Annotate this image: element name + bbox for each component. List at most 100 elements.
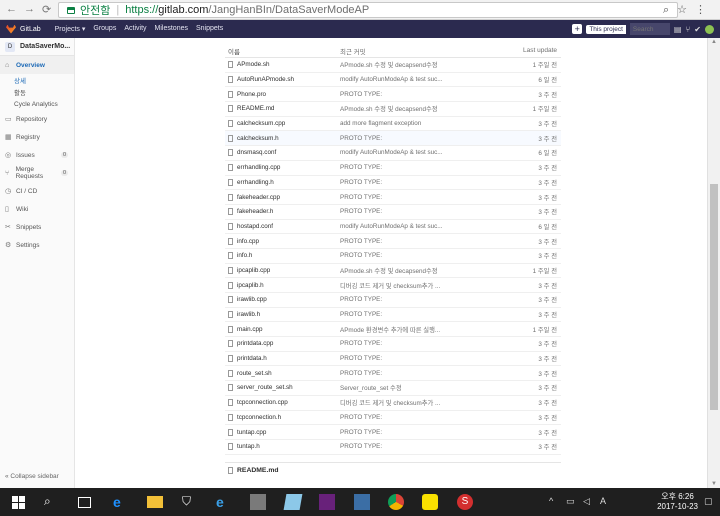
search-icon[interactable]: ⌕ <box>44 494 60 510</box>
commit-message[interactable]: PROTO TYPE: <box>340 208 500 215</box>
file-name[interactable]: main.cpp <box>225 325 340 333</box>
nav-activity[interactable]: Activity <box>124 25 146 33</box>
merge-requests-icon[interactable]: ⑂ <box>685 25 690 34</box>
table-row[interactable]: fakeheader.cpp PROTO TYPE: 3 주 전 <box>225 190 561 205</box>
app-icon[interactable] <box>250 494 266 510</box>
commit-message[interactable]: PROTO TYPE: <box>340 194 500 201</box>
reload-icon[interactable]: ⟳ <box>42 3 51 16</box>
plus-icon[interactable]: + <box>572 24 583 34</box>
table-row[interactable]: irawlib.h PROTO TYPE: 3 주 전 <box>225 308 561 323</box>
file-name[interactable]: fakeheader.cpp <box>225 193 340 201</box>
file-name[interactable]: calchecksum.cpp <box>225 120 340 128</box>
table-row[interactable]: tuntap.cpp PROTO TYPE: 3 주 전 <box>225 425 561 440</box>
commit-message[interactable]: APmode.sh 수정 및 decapsend수정 <box>340 266 500 275</box>
kakaotalk-icon[interactable] <box>422 494 438 510</box>
sidebar-item-repository[interactable]: ▭ Repository <box>0 110 74 128</box>
table-row[interactable]: info.cpp PROTO TYPE: 3 주 전 <box>225 234 561 249</box>
commit-message[interactable]: APmode.sh 수정 및 decapsend수정 <box>340 60 500 69</box>
user-avatar[interactable] <box>705 24 714 34</box>
commit-message[interactable]: PROTO TYPE: <box>340 238 500 245</box>
scroll-down-icon[interactable]: ▼ <box>711 481 717 487</box>
file-name[interactable]: ipcaplib.h <box>225 281 340 289</box>
file-name[interactable]: server_route_set.sh <box>225 384 340 392</box>
file-name[interactable]: printdata.cpp <box>225 340 340 348</box>
commit-message[interactable]: PROTO TYPE: <box>340 340 500 347</box>
file-explorer-icon[interactable] <box>147 496 163 508</box>
table-row[interactable]: errhandling.cpp PROTO TYPE: 3 주 전 <box>225 161 561 176</box>
table-row[interactable]: dnsmasq.conf modify AutoRunModeAp & test … <box>225 146 561 161</box>
notes-app-icon[interactable] <box>283 494 303 510</box>
project-header[interactable]: D DataSaverMo... <box>0 38 74 56</box>
table-row[interactable]: calchecksum.cpp add more flagment excepti… <box>225 117 561 132</box>
file-name[interactable]: errhandling.h <box>225 178 340 186</box>
network-icon[interactable]: ▭ <box>566 496 575 507</box>
table-row[interactable]: route_set.sh PROTO TYPE: 3 주 전 <box>225 366 561 382</box>
chevron-up-icon[interactable]: ^ <box>549 496 553 506</box>
address-bar[interactable]: 안전함 | https://gitlab.com/JangHanBIn/Data… <box>58 2 678 18</box>
nav-milestones[interactable]: Milestones <box>155 25 188 33</box>
sidebar-item-wiki[interactable]: ▯ Wiki <box>0 200 74 218</box>
commit-message[interactable]: modify AutoRunModeAp & test suc... <box>340 76 500 83</box>
task-view-icon[interactable] <box>78 497 91 508</box>
commit-message[interactable]: add more flagment exception <box>340 120 500 127</box>
nav-projects[interactable]: Projects ▾ <box>55 25 86 33</box>
commit-message[interactable]: modify AutoRunModeAp & test suc... <box>340 223 500 230</box>
commit-message[interactable]: PROTO TYPE: <box>340 91 500 98</box>
commit-message[interactable]: APmode.sh 수정 및 decapsend수정 <box>340 104 500 113</box>
file-name[interactable]: tuntap.h <box>225 443 340 451</box>
file-name[interactable]: printdata.h <box>225 355 340 363</box>
sidebar-item-settings[interactable]: ⚙ Settings <box>0 236 74 254</box>
file-name[interactable]: tuntap.cpp <box>225 428 340 436</box>
table-row[interactable]: Phone.pro PROTO TYPE: 3 주 전 <box>225 87 561 103</box>
file-name[interactable]: calchecksum.h <box>225 134 340 142</box>
commit-message[interactable]: 디버깅 코드 제거 및 checksum추가 ... <box>340 281 500 290</box>
page-scrollbar[interactable]: ▲ ▼ <box>707 38 720 488</box>
file-name[interactable]: irawlib.cpp <box>225 296 340 304</box>
table-row[interactable]: irawlib.cpp PROTO TYPE: 3 주 전 <box>225 293 561 308</box>
sidebar-sub-cycle-analytics[interactable]: Cycle Analytics <box>0 98 74 110</box>
table-row[interactable]: calchecksum.h PROTO TYPE: 3 주 전 <box>225 131 561 147</box>
sidebar-item-merge-requests[interactable]: ⑂ Merge Requests 0 <box>0 164 74 182</box>
table-row[interactable]: hostapd.conf modify AutoRunModeAp & test … <box>225 220 561 235</box>
table-row[interactable]: main.cpp APmode 환경변수 추가에 따른 실행... 1 주일 전 <box>225 322 561 338</box>
table-row[interactable]: printdata.h PROTO TYPE: 3 주 전 <box>225 352 561 367</box>
scroll-thumb[interactable] <box>710 184 718 410</box>
file-name[interactable]: ipcaplib.cpp <box>225 266 340 274</box>
commit-message[interactable]: PROTO TYPE: <box>340 429 500 436</box>
file-name[interactable]: Phone.pro <box>225 90 340 98</box>
todo-icon[interactable]: ✔ <box>694 25 701 34</box>
sidebar-item-snippets[interactable]: ✂ Snippets <box>0 218 74 236</box>
issues-icon[interactable]: ▤ <box>674 25 682 34</box>
browser-menu-icons[interactable]: ⌕☆⋮ <box>663 3 714 17</box>
file-name[interactable]: README.md <box>225 105 340 113</box>
table-row[interactable]: README.md APmode.sh 수정 및 decapsend수정 1 주일 … <box>225 102 561 117</box>
commit-message[interactable]: PROTO TYPE: <box>340 179 500 186</box>
file-name[interactable]: tcpconnection.h <box>225 413 340 421</box>
ime-indicator[interactable]: A <box>600 496 606 506</box>
notification-icon[interactable]: ▢ <box>704 496 713 507</box>
file-name[interactable]: dnsmasq.conf <box>225 149 340 157</box>
commit-message[interactable]: APmode 환경변수 추가에 따른 실행... <box>340 325 500 334</box>
commit-message[interactable]: PROTO TYPE: <box>340 296 500 303</box>
table-row[interactable]: ipcaplib.h 디버깅 코드 제거 및 checksum추가 ... 3 주 … <box>225 278 561 293</box>
table-row[interactable]: printdata.cpp PROTO TYPE: 3 주 전 <box>225 337 561 352</box>
brand-name[interactable]: GitLab <box>20 26 41 33</box>
scroll-up-icon[interactable]: ▲ <box>711 39 717 45</box>
nav-groups[interactable]: Groups <box>93 25 116 33</box>
commit-message[interactable]: 디버깅 코드 제거 및 checksum추가 ... <box>340 398 500 407</box>
internet-explorer-icon[interactable]: e <box>216 494 232 510</box>
sidebar-item-issues[interactable]: ◎ Issues 0 <box>0 146 74 164</box>
file-name[interactable]: irawlib.h <box>225 311 340 319</box>
commit-message[interactable]: PROTO TYPE: <box>340 311 500 318</box>
visual-studio-icon[interactable] <box>319 494 335 510</box>
collapse-sidebar[interactable]: « Collapse sidebar <box>5 473 59 480</box>
table-row[interactable]: APmode.sh APmode.sh 수정 및 decapsend수정 1 주일 … <box>225 58 561 73</box>
table-row[interactable]: AutoRunAPmode.sh modify AutoRunModeAp & t… <box>225 73 561 88</box>
file-name[interactable]: APmode.sh <box>225 61 340 69</box>
table-row[interactable]: fakeheader.h PROTO TYPE: 3 주 전 <box>225 205 561 220</box>
commit-message[interactable]: PROTO TYPE: <box>340 370 500 377</box>
store-icon[interactable]: ⛉ <box>182 494 198 510</box>
gitlab-logo-icon[interactable] <box>6 24 16 34</box>
windows-start-icon[interactable] <box>10 494 26 510</box>
commit-message[interactable]: PROTO TYPE: <box>340 252 500 259</box>
